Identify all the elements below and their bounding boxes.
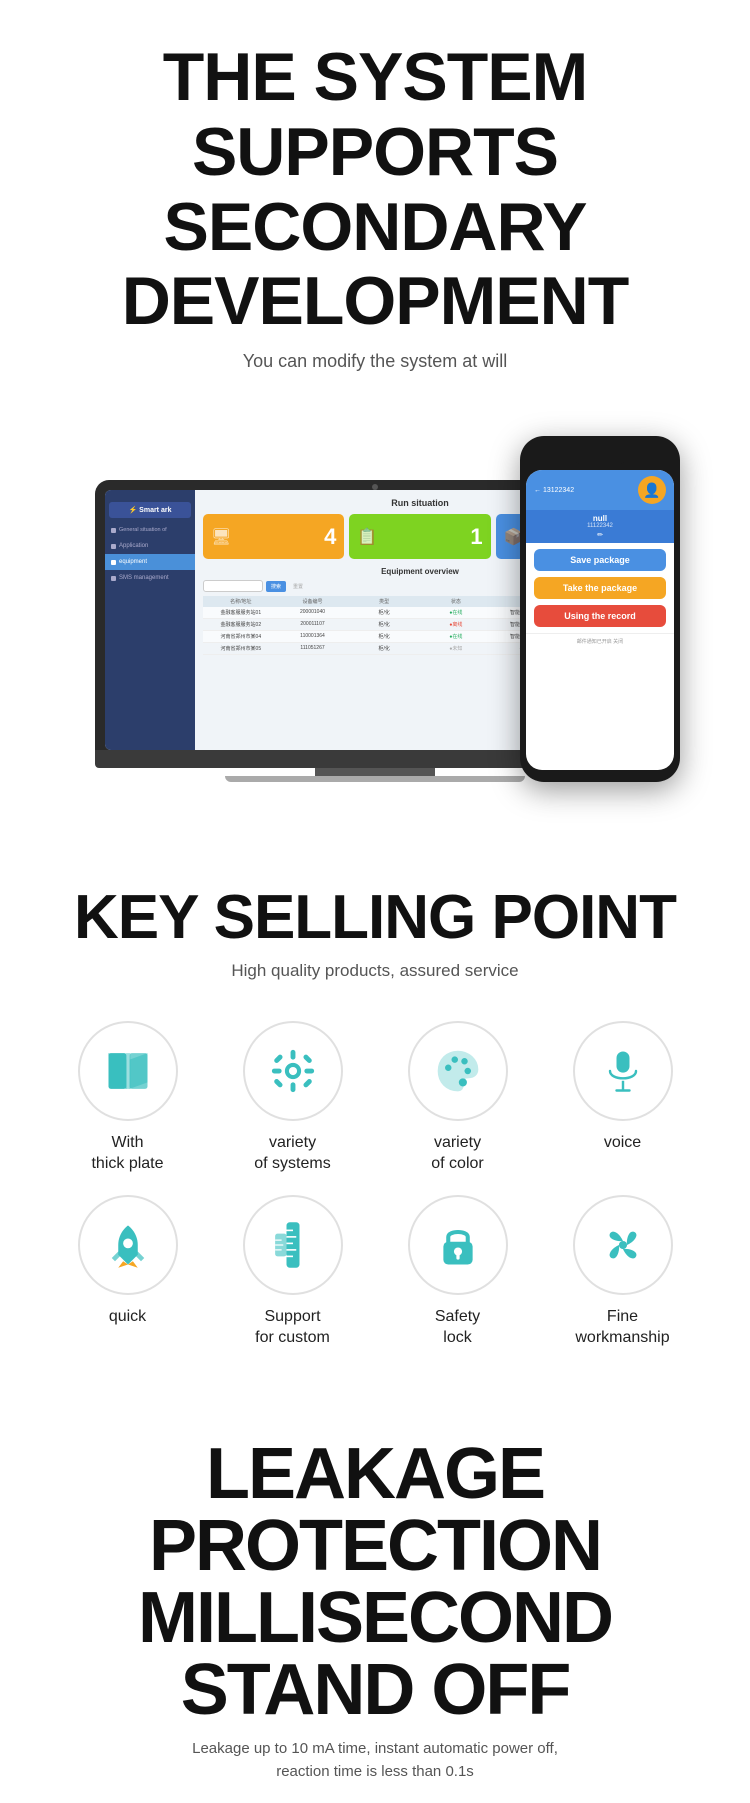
features-grid: Withthick plate: [30, 1021, 720, 1348]
stat-card-green: 📋 1: [349, 514, 490, 559]
feature-workmanship: Fineworkmanship: [545, 1195, 700, 1349]
leakage-section: LEAKAGE PROTECTION MILLISECOND STAND OFF…: [0, 1408, 750, 1803]
phone-call-number: ← 13122342: [534, 487, 574, 494]
device-area: ⚡ Smart ark General situation of Applica…: [30, 392, 720, 812]
palette-icon: [432, 1045, 484, 1097]
feature-circle-3: [408, 1021, 508, 1121]
feature-color: varietyof color: [380, 1021, 535, 1175]
feature-circle-6: [243, 1195, 343, 1295]
feature-circle-7: [408, 1195, 508, 1295]
feature-label-8: Fineworkmanship: [575, 1307, 669, 1349]
feature-circle-1: [78, 1021, 178, 1121]
leakage-subtitle: Leakage up to 10 mA time, instant automa…: [20, 1738, 730, 1783]
phone-status-bar: ← 13122342 👤: [526, 470, 674, 510]
feature-voice: voice: [545, 1021, 700, 1175]
hero-subtitle: You can modify the system at will: [30, 351, 720, 372]
feature-lock: Safetylock: [380, 1195, 535, 1349]
hero-section: THE SYSTEM SUPPORTS SECONDARY DEVELOPMEN…: [0, 0, 750, 832]
feature-label-4: voice: [604, 1133, 641, 1154]
col-type: 类型: [350, 598, 418, 605]
phone-screen: ← 13122342 👤 null 11122342 ✏ Save packag…: [526, 470, 674, 770]
mic-icon: [597, 1045, 649, 1097]
phone-avatar: 👤: [638, 476, 666, 504]
leakage-title-line1: LEAKAGE PROTECTION MILLISECOND STAND OFF: [20, 1438, 730, 1726]
feature-label-2: varietyof systems: [254, 1133, 330, 1175]
gear-icon: [267, 1045, 319, 1097]
selling-subtitle: High quality products, assured service: [30, 961, 720, 981]
feature-circle-4: [573, 1021, 673, 1121]
ruler-icon: [267, 1219, 319, 1271]
phone-using-record[interactable]: Using the record: [534, 605, 666, 627]
sidebar-sms: SMS management: [105, 570, 195, 586]
feature-custom: Supportfor custom: [215, 1195, 370, 1349]
selling-title: KEY SELLING POINT: [30, 882, 720, 953]
col-name: 名称/地址: [207, 598, 275, 605]
feature-quick: quick: [50, 1195, 205, 1349]
fan-icon: [597, 1219, 649, 1271]
phone-username: null: [534, 514, 666, 523]
phone-save-package[interactable]: Save package: [534, 549, 666, 571]
feature-circle-5: [78, 1195, 178, 1295]
sidebar-application: Application: [105, 538, 195, 554]
feature-label-1: Withthick plate: [91, 1133, 163, 1175]
feature-label-5: quick: [109, 1307, 146, 1328]
hero-title: THE SYSTEM SUPPORTS SECONDARY DEVELOPMEN…: [30, 40, 720, 339]
feature-label-7: Safetylock: [435, 1307, 480, 1349]
selling-section: KEY SELLING POINT High quality products,…: [0, 832, 750, 1408]
col-id: 设备编号: [279, 598, 347, 605]
sidebar-equipment: equipment: [105, 554, 195, 570]
phone-user-info: null 11122342 ✏: [526, 510, 674, 543]
feature-circle-2: [243, 1021, 343, 1121]
feature-systems: varietyof systems: [215, 1021, 370, 1175]
feature-label-6: Supportfor custom: [255, 1307, 330, 1349]
app-sidebar: ⚡ Smart ark General situation of Applica…: [105, 490, 195, 750]
stat-card-orange: 🖥 4: [203, 514, 344, 559]
feature-thick-plate: Withthick plate: [50, 1021, 205, 1175]
feature-label-3: varietyof color: [431, 1133, 483, 1175]
app-logo: ⚡ Smart ark: [109, 502, 191, 518]
phone-footer: 邮件通知已开启 关闭: [526, 633, 674, 649]
sidebar-general: General situation of: [105, 522, 195, 538]
phone-mockup: ← 13122342 👤 null 11122342 ✏ Save packag…: [520, 436, 680, 782]
feature-circle-8: [573, 1195, 673, 1295]
rocket-icon: [102, 1219, 154, 1271]
book-icon: [102, 1045, 154, 1097]
phone-userid: 11122342: [534, 523, 666, 529]
app-search-input[interactable]: [203, 580, 263, 592]
app-search-button[interactable]: 搜索: [266, 581, 286, 592]
phone-take-package[interactable]: Take the package: [534, 577, 666, 599]
lock-icon: [432, 1219, 484, 1271]
col-status: 状态: [422, 598, 490, 605]
